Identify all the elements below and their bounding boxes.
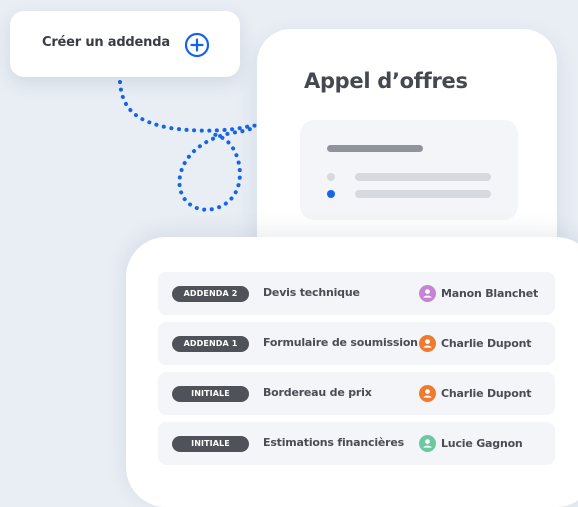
document-row[interactable]: INITIALE Estimations financières Lucie G… (158, 422, 555, 465)
tender-preview-block (300, 120, 518, 220)
user-name: Manon Blanchet (441, 287, 539, 300)
user-name: Charlie Dupont (441, 387, 532, 400)
user-name: Lucie Gagnon (441, 437, 523, 450)
document-name: Estimations financières (263, 436, 404, 449)
version-badge: ADDENDA 2 (172, 286, 249, 302)
document-name: Formulaire de soumission (263, 336, 418, 349)
preview-line-placeholder (355, 173, 491, 181)
user-avatar-icon (419, 335, 436, 352)
document-row[interactable]: INITIALE Bordereau de prix Charlie Dupon… (158, 372, 555, 415)
document-owner: Manon Blanchet (419, 284, 538, 303)
user-avatar-icon (419, 285, 436, 302)
version-badge: INITIALE (172, 386, 249, 402)
tender-title: Appel d’offres (304, 69, 468, 93)
user-avatar-icon (419, 385, 436, 402)
preview-dot-active (327, 190, 335, 198)
preview-heading-placeholder (327, 145, 423, 152)
create-addenda-button[interactable]: Créer un addenda (10, 11, 240, 77)
preview-dot-inactive (327, 173, 335, 181)
create-addenda-label: Créer un addenda (42, 35, 170, 50)
plus-circle-icon (184, 32, 210, 58)
document-owner: Lucie Gagnon (419, 434, 523, 453)
document-name: Bordereau de prix (263, 386, 372, 399)
user-avatar-icon (419, 435, 436, 452)
document-row[interactable]: ADDENDA 1 Formulaire de soumission Charl… (158, 322, 555, 365)
version-badge: INITIALE (172, 436, 249, 452)
document-owner: Charlie Dupont (419, 334, 531, 353)
document-name: Devis technique (263, 286, 360, 299)
preview-line-placeholder (355, 190, 491, 198)
documents-card: ADDENDA 2 Devis technique Manon Blanchet… (126, 237, 578, 507)
user-name: Charlie Dupont (441, 337, 532, 350)
document-row[interactable]: ADDENDA 2 Devis technique Manon Blanchet (158, 272, 555, 315)
document-owner: Charlie Dupont (419, 384, 531, 403)
version-badge: ADDENDA 1 (172, 336, 249, 352)
